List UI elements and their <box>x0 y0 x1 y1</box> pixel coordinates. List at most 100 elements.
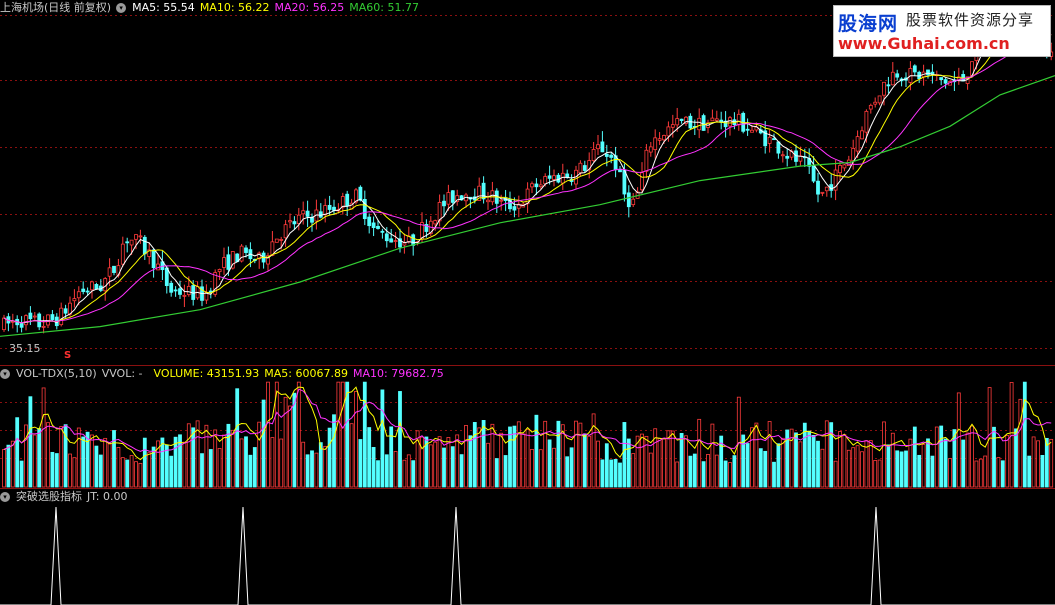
volume-bar <box>965 432 970 488</box>
candle-body <box>142 236 147 255</box>
candle-body <box>842 164 847 169</box>
candle-body <box>868 104 873 110</box>
volume-bar <box>552 447 556 488</box>
volume-bar <box>164 444 169 488</box>
volume-bar <box>217 448 222 488</box>
candle-body <box>226 254 231 270</box>
volume-chart[interactable] <box>0 366 1055 488</box>
volume-bar <box>855 445 860 488</box>
volume-bar <box>296 381 301 488</box>
volume-bar <box>622 422 627 488</box>
volume-bar <box>261 399 266 488</box>
candle-body <box>890 71 895 86</box>
volume-bar <box>816 440 820 488</box>
settings-circle-icon[interactable]: ▾ <box>116 2 127 13</box>
volume-bar <box>732 455 737 488</box>
volume-bar <box>384 454 389 488</box>
volume-bar <box>200 453 204 488</box>
volume-bar <box>851 447 856 488</box>
candle-body <box>626 192 631 208</box>
settings-circle-icon[interactable]: ▾ <box>0 368 10 379</box>
volume-bar <box>917 454 922 488</box>
candle-body <box>736 113 741 126</box>
volume-bar <box>503 455 508 488</box>
volume-bar <box>90 434 94 488</box>
candle-body <box>855 136 860 152</box>
volume-bar <box>970 425 974 488</box>
volume-bar <box>24 424 28 488</box>
candle-body <box>631 198 636 206</box>
candle-body <box>662 135 666 141</box>
volume-bar <box>406 454 411 488</box>
volume-bar <box>618 462 622 488</box>
candle-body <box>279 239 284 241</box>
volume-bar <box>895 450 900 488</box>
volume-bar <box>340 381 345 488</box>
volume-bar <box>455 434 460 488</box>
price-header: 上海机场(日线 前复权) ▾ MA5: 55.54 MA10: 56.22 MA… <box>0 0 419 15</box>
ma5-line <box>3 19 1052 324</box>
volume-bar <box>767 421 772 488</box>
candle-body <box>512 206 517 211</box>
indicator-header: ▾ 突破选股指标 JT: 0.00 <box>0 489 127 504</box>
candle-body <box>46 314 50 326</box>
volume-bar <box>362 381 367 488</box>
volume-bar <box>604 443 609 488</box>
candle-body <box>296 214 301 224</box>
volume-bar <box>494 458 499 488</box>
volume-bar <box>1014 428 1018 488</box>
volume-bar <box>600 459 605 488</box>
volume-bar <box>305 454 310 488</box>
volume-bar <box>543 420 548 488</box>
volume-bar <box>1027 455 1032 488</box>
candle-body <box>530 183 534 188</box>
volume-bar <box>112 430 116 488</box>
candle-body <box>340 196 345 208</box>
indicator-chart[interactable] <box>0 489 1055 605</box>
candle-body <box>750 129 754 133</box>
candle-body <box>288 220 292 223</box>
volume-bar <box>107 443 112 488</box>
vol-title[interactable]: VOL-TDX(5,10) <box>16 366 97 381</box>
volume-bar <box>402 459 407 488</box>
settings-circle-icon[interactable]: ▾ <box>0 491 10 502</box>
volume-bar <box>81 436 86 488</box>
volume-bar <box>613 459 618 488</box>
volume-bar <box>103 437 108 488</box>
volume-bar <box>912 426 917 488</box>
volume-bar <box>336 381 341 488</box>
volume-bar <box>842 434 847 488</box>
candle-body <box>728 117 732 127</box>
volume-bar <box>538 449 543 488</box>
candle-body <box>32 315 37 318</box>
volume-bar <box>323 445 328 488</box>
volume-bar <box>1049 438 1054 488</box>
jt-readout: JT: 0.00 <box>87 490 128 503</box>
volume-bar <box>235 388 240 488</box>
candle-body <box>292 221 297 225</box>
volume-bar <box>952 429 957 488</box>
volume-bar <box>758 448 763 488</box>
volume-bar <box>292 392 297 488</box>
indicator-title[interactable]: 突破选股指标 <box>16 489 82 504</box>
volume-bar <box>631 453 636 488</box>
candle-body <box>640 172 644 191</box>
candle-body <box>41 325 46 328</box>
volume-bar <box>609 459 614 488</box>
volume-bar <box>244 436 248 488</box>
price-title[interactable]: 上海机场(日线 前复权) <box>0 0 111 15</box>
volume-bar <box>820 448 825 488</box>
volume-bar <box>332 414 336 488</box>
volume-bar <box>437 436 442 488</box>
volume-bar <box>10 440 15 488</box>
volume-bar <box>270 437 275 488</box>
candle-body <box>24 315 28 326</box>
volume-bar <box>41 387 46 488</box>
ma10-line <box>3 22 1052 324</box>
candle-body <box>182 294 187 297</box>
volume-bar <box>1018 398 1023 488</box>
low-price-label: 35.15 <box>9 342 41 355</box>
candle-body <box>582 165 587 171</box>
volume-bar <box>54 453 59 488</box>
volume-bar <box>222 434 226 488</box>
